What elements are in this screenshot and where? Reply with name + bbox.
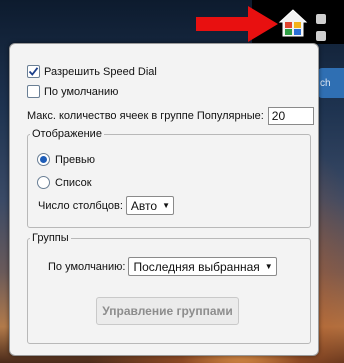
list-option[interactable]: Список [37,176,92,189]
preview-radio[interactable] [37,153,50,166]
columns-row: Число столбцов: Авто ▼ [38,196,174,215]
display-legend: Отображение [32,128,102,140]
chevron-down-icon: ▼ [162,201,170,210]
groups-legend: Группы [32,232,69,244]
manage-groups-button[interactable]: Управление группами [96,297,239,325]
groups-group: Группы [27,232,311,344]
enable-speed-dial-checkbox[interactable] [27,65,40,78]
enable-speed-dial-row[interactable]: Разрешить Speed Dial [27,65,157,78]
default-row[interactable]: По умолчанию [27,85,118,98]
small-square-icon[interactable] [316,31,326,41]
columns-select-value: Авто [130,198,158,213]
default-label: По умолчанию [44,85,119,98]
columns-label: Число столбцов: [38,199,123,212]
enable-speed-dial-label: Разрешить Speed Dial [44,65,157,78]
groups-default-select-value: Последняя выбранная [133,259,260,274]
max-cells-label: Макс. количество ячеек в группе Популярн… [27,110,264,122]
home-icon[interactable] [278,8,308,38]
default-checkbox[interactable] [27,85,40,98]
max-cells-input[interactable]: 20 [267,107,314,125]
preview-label: Превью [55,153,95,166]
groups-default-label: По умолчанию: [48,260,126,273]
columns-select[interactable]: Авто ▼ [125,196,174,215]
speed-dial-settings-dialog: Разрешить Speed Dial По умолчанию Макс. … [9,43,319,356]
groups-default-select[interactable]: Последняя выбранная ▼ [128,257,277,276]
list-radio[interactable] [37,176,50,189]
max-cells-row: Макс. количество ячеек в группе Популярн… [27,107,314,125]
minimize-icon[interactable] [316,14,326,24]
preview-option[interactable]: Превью [37,153,95,166]
list-label: Список [55,176,92,189]
red-arrow-icon [196,6,278,42]
background-search-text: ch [320,78,331,89]
groups-default-row: По умолчанию: Последняя выбранная ▼ [48,257,277,276]
chevron-down-icon: ▼ [264,262,273,271]
